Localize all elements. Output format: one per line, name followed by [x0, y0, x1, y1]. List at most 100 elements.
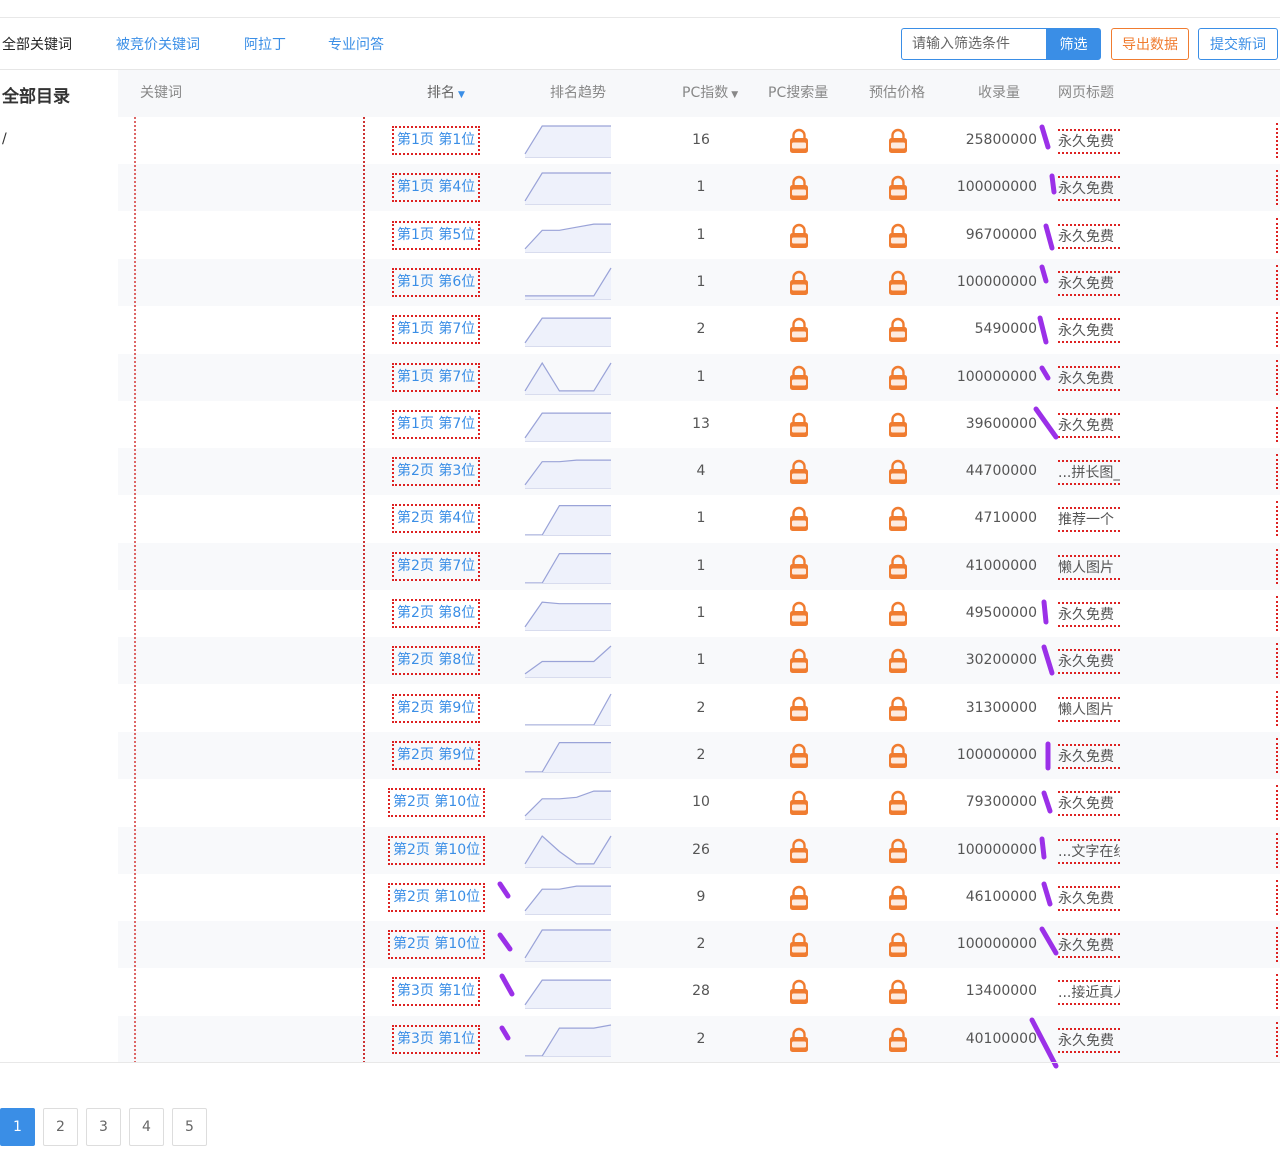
- vip-lock-icon[interactable]: [887, 554, 909, 580]
- rank-link[interactable]: 第3页 第1位: [392, 977, 481, 1007]
- page-button-5[interactable]: 5: [172, 1108, 207, 1146]
- column-header-rank[interactable]: 排名 ▼: [427, 70, 465, 117]
- vip-lock-icon[interactable]: [887, 885, 909, 911]
- vip-lock-icon[interactable]: [887, 648, 909, 674]
- rank-link[interactable]: 第2页 第7位: [392, 551, 481, 581]
- page-title-cell[interactable]: 永久免费: [1058, 223, 1120, 249]
- vip-lock-icon[interactable]: [887, 459, 909, 485]
- page-title-cell[interactable]: ...文字在线: [1058, 838, 1120, 864]
- page-title-cell[interactable]: 永久免费: [1058, 270, 1120, 296]
- page-title-cell[interactable]: 永久免费: [1058, 129, 1120, 154]
- page-button-3[interactable]: 3: [86, 1108, 121, 1146]
- vip-lock-icon[interactable]: [788, 979, 810, 1005]
- vip-lock-icon[interactable]: [788, 1027, 810, 1053]
- page-title-cell[interactable]: 永久免费: [1058, 885, 1120, 911]
- tab-bidding-keywords[interactable]: 被竞价关键词: [116, 34, 200, 54]
- vip-lock-icon[interactable]: [887, 743, 909, 769]
- vip-lock-icon[interactable]: [887, 506, 909, 532]
- vip-lock-icon[interactable]: [788, 365, 810, 391]
- filter-button[interactable]: 筛选: [1046, 28, 1101, 60]
- vip-lock-icon[interactable]: [887, 838, 909, 864]
- vip-lock-icon[interactable]: [788, 223, 810, 249]
- vip-lock-icon[interactable]: [788, 838, 810, 864]
- vip-lock-icon[interactable]: [788, 317, 810, 343]
- vip-lock-icon[interactable]: [788, 696, 810, 722]
- column-header-pc-index[interactable]: PC指数 ▼: [682, 70, 738, 117]
- vip-lock-icon[interactable]: [788, 412, 810, 438]
- tab-aladdin[interactable]: 阿拉丁: [244, 34, 286, 54]
- vip-lock-icon[interactable]: [788, 554, 810, 580]
- page-title-cell[interactable]: 懒人图片: [1058, 696, 1120, 722]
- vip-lock-icon[interactable]: [887, 979, 909, 1005]
- vip-lock-icon[interactable]: [887, 270, 909, 296]
- rank-link[interactable]: 第2页 第10位: [388, 930, 486, 960]
- vip-lock-icon[interactable]: [788, 270, 810, 296]
- page-button-1[interactable]: 1: [0, 1108, 35, 1146]
- sidebar-item-root[interactable]: /: [2, 131, 7, 147]
- tab-professional-qa[interactable]: 专业问答: [328, 34, 384, 54]
- rank-link[interactable]: 第2页 第10位: [388, 835, 486, 865]
- column-header-pc-index-label: PC指数: [682, 85, 729, 101]
- rank-link[interactable]: 第1页 第7位: [392, 315, 481, 345]
- rank-link[interactable]: 第2页 第3位: [392, 457, 481, 487]
- page-title-cell[interactable]: ...拼长图_: [1058, 460, 1120, 486]
- page-title-cell[interactable]: 永久免费: [1058, 791, 1120, 817]
- vip-lock-icon[interactable]: [887, 1027, 909, 1053]
- rank-link[interactable]: 第2页 第9位: [392, 740, 481, 770]
- vip-lock-icon[interactable]: [887, 365, 909, 391]
- page-title-cell[interactable]: 永久免费: [1058, 743, 1120, 769]
- page-title-cell[interactable]: 永久免费: [1058, 365, 1120, 391]
- vip-lock-icon[interactable]: [788, 885, 810, 911]
- vip-lock-icon[interactable]: [887, 932, 909, 958]
- export-data-button[interactable]: 导出数据: [1111, 28, 1189, 60]
- vip-lock-icon[interactable]: [887, 128, 909, 154]
- page-title-cell[interactable]: 懒人图片: [1058, 554, 1120, 580]
- page-button-2[interactable]: 2: [43, 1108, 78, 1146]
- page-title-cell[interactable]: ...接近真人: [1058, 980, 1120, 1006]
- rank-link[interactable]: 第2页 第9位: [392, 693, 481, 723]
- rank-link[interactable]: 第2页 第4位: [392, 504, 481, 534]
- vip-lock-icon[interactable]: [788, 175, 810, 201]
- page-title-cell[interactable]: 永久免费: [1058, 318, 1120, 344]
- vip-lock-icon[interactable]: [788, 459, 810, 485]
- column-header-keyword[interactable]: 关键词: [140, 70, 182, 117]
- vip-lock-icon[interactable]: [887, 223, 909, 249]
- page-title-cell[interactable]: 永久免费: [1058, 649, 1120, 675]
- submit-new-keyword-button[interactable]: 提交新词: [1198, 28, 1278, 60]
- page-title-cell[interactable]: 推荐一个: [1058, 507, 1120, 533]
- rank-link[interactable]: 第1页 第7位: [392, 362, 481, 392]
- vip-lock-icon[interactable]: [887, 317, 909, 343]
- rank-link[interactable]: 第2页 第10位: [388, 882, 486, 912]
- vip-lock-icon[interactable]: [887, 696, 909, 722]
- vip-lock-icon[interactable]: [788, 932, 810, 958]
- vip-lock-icon[interactable]: [788, 601, 810, 627]
- rank-link[interactable]: 第1页 第5位: [392, 220, 481, 250]
- rank-link[interactable]: 第1页 第4位: [392, 173, 481, 203]
- vip-lock-icon[interactable]: [788, 743, 810, 769]
- vip-lock-icon[interactable]: [887, 790, 909, 816]
- vip-lock-icon[interactable]: [887, 412, 909, 438]
- vip-lock-icon[interactable]: [788, 648, 810, 674]
- rank-link[interactable]: 第1页 第1位: [392, 126, 481, 155]
- page-title-cell[interactable]: 永久免费: [1058, 412, 1120, 438]
- rank-link[interactable]: 第1页 第7位: [392, 409, 481, 439]
- vip-lock-icon[interactable]: [788, 128, 810, 154]
- vip-lock-icon[interactable]: [788, 790, 810, 816]
- page-title-cell[interactable]: 永久免费: [1058, 602, 1120, 627]
- rank-link[interactable]: 第2页 第10位: [388, 788, 486, 818]
- pc-index-cell: 1: [696, 652, 706, 669]
- vip-lock-icon[interactable]: [887, 175, 909, 201]
- page-title-cell[interactable]: 永久免费: [1058, 176, 1120, 202]
- filter-input[interactable]: [901, 28, 1047, 60]
- rank-link[interactable]: 第1页 第6位: [392, 267, 481, 297]
- page-button-4[interactable]: 4: [129, 1108, 164, 1146]
- page-title-cell[interactable]: 永久免费: [1058, 1027, 1120, 1053]
- rank-link[interactable]: 第3页 第1位: [392, 1024, 481, 1054]
- rank-link[interactable]: 第2页 第8位: [392, 599, 481, 628]
- vip-lock-icon[interactable]: [788, 506, 810, 532]
- rank-link[interactable]: 第2页 第8位: [392, 646, 481, 676]
- vip-lock-icon[interactable]: [887, 601, 909, 627]
- keyword-cell: [140, 874, 290, 921]
- page-title-cell[interactable]: 永久免费: [1058, 933, 1120, 959]
- tab-all-keywords[interactable]: 全部关键词: [2, 34, 72, 54]
